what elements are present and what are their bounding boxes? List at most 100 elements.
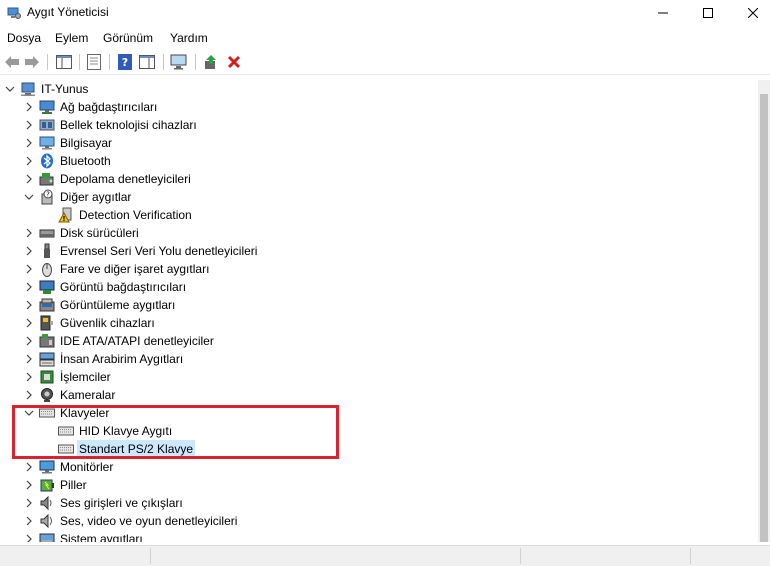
tree-expander[interactable] bbox=[23, 188, 35, 206]
back-button[interactable] bbox=[3, 53, 21, 71]
tree-expander[interactable] bbox=[23, 170, 35, 188]
forward-button[interactable] bbox=[23, 53, 41, 71]
tree-device-node[interactable]: ! Detection Verification bbox=[0, 206, 740, 224]
chevron-right-icon bbox=[26, 264, 32, 274]
tree-item-label: Disk sürücüleri bbox=[60, 226, 139, 240]
tree-category-node[interactable]: Görüntü bağdaştırıcıları bbox=[0, 278, 740, 296]
tree-category-node[interactable]: Güvenlik cihazları bbox=[0, 314, 740, 332]
tree-category-node[interactable]: Kameralar bbox=[0, 386, 740, 404]
tree-expander[interactable] bbox=[23, 152, 35, 170]
tree-category-node[interactable]: Görüntüleme aygıtları bbox=[0, 296, 740, 314]
tree-expander[interactable] bbox=[23, 476, 35, 494]
device-tree[interactable]: IT-Yunus Ağ bağdaştırıcıları Bellek teknol… bbox=[0, 80, 758, 542]
chevron-right-icon bbox=[26, 534, 32, 542]
scan-hardware-button[interactable] bbox=[170, 53, 188, 71]
tree-category-node[interactable]: Bellek teknolojisi cihazları bbox=[0, 116, 740, 134]
back-arrow-icon bbox=[5, 56, 19, 68]
tree-item-label: Depolama denetleyicileri bbox=[60, 172, 191, 186]
menu-bar: Dosya Eylem Görünüm Yardım bbox=[0, 28, 770, 48]
update-driver-button[interactable] bbox=[202, 53, 220, 71]
mouse-icon bbox=[39, 261, 55, 277]
tree-item-label: Güvenlik cihazları bbox=[60, 316, 155, 330]
action-pane-icon bbox=[139, 55, 155, 69]
tree-expander[interactable] bbox=[23, 98, 35, 116]
tree-expander[interactable] bbox=[23, 260, 35, 278]
tree-expander[interactable] bbox=[23, 530, 35, 542]
chevron-right-icon bbox=[26, 354, 32, 364]
tree-expander[interactable] bbox=[23, 494, 35, 512]
storage-controller-icon bbox=[39, 171, 55, 187]
maximize-button[interactable] bbox=[685, 0, 731, 26]
menu-help[interactable]: Yardım bbox=[170, 31, 208, 45]
chevron-right-icon bbox=[26, 138, 32, 148]
close-button[interactable] bbox=[730, 0, 770, 26]
show-hide-console-tree-button[interactable] bbox=[55, 53, 73, 71]
status-divider bbox=[150, 548, 151, 564]
disk-drive-icon bbox=[39, 225, 55, 241]
tree-expander[interactable] bbox=[23, 386, 35, 404]
tree-expander[interactable] bbox=[23, 116, 35, 134]
root-computer-icon bbox=[20, 81, 36, 97]
tree-item-label: Detection Verification bbox=[79, 208, 192, 222]
chevron-right-icon bbox=[26, 480, 32, 490]
tree-expander[interactable] bbox=[23, 134, 35, 152]
maximize-icon bbox=[703, 8, 713, 18]
scrollbar-thumb[interactable] bbox=[760, 94, 768, 542]
toolbar-separator bbox=[195, 54, 196, 70]
vertical-scrollbar[interactable] bbox=[758, 80, 770, 542]
tree-expander[interactable] bbox=[23, 314, 35, 332]
uninstall-device-button[interactable] bbox=[225, 53, 243, 71]
chevron-right-icon bbox=[26, 300, 32, 310]
svg-text:?: ? bbox=[122, 56, 128, 69]
tree-category-node[interactable]: Bluetooth bbox=[0, 152, 740, 170]
tree-category-node[interactable]: Ses, video ve oyun denetleyicileri bbox=[0, 512, 740, 530]
tree-category-node[interactable]: Ses girişleri ve çıkışları bbox=[0, 494, 740, 512]
tree-expander[interactable] bbox=[23, 278, 35, 296]
minimize-button[interactable] bbox=[640, 0, 686, 26]
tree-expander[interactable] bbox=[23, 368, 35, 386]
tree-expander[interactable] bbox=[23, 242, 35, 260]
tree-category-node[interactable]: Evrensel Seri Veri Yolu denetleyicileri bbox=[0, 242, 740, 260]
tree-category-node[interactable]: Sistem aygıtları bbox=[0, 530, 740, 542]
tree-category-node[interactable]: Ağ bağdaştırıcıları bbox=[0, 98, 740, 116]
tree-category-node[interactable]: İnsan Arabirim Aygıtları bbox=[0, 350, 740, 368]
tree-item-label: IT-Yunus bbox=[41, 82, 89, 96]
network-adapter-icon bbox=[39, 99, 55, 115]
menu-file[interactable]: Dosya bbox=[7, 31, 41, 45]
tree-expander[interactable] bbox=[23, 224, 35, 242]
tree-expander[interactable] bbox=[4, 80, 16, 98]
tree-root-node[interactable]: IT-Yunus bbox=[0, 80, 740, 98]
properties-button[interactable] bbox=[85, 53, 103, 71]
tree-item-label: Ağ bağdaştırıcıları bbox=[60, 100, 158, 114]
tree-item-label: Evrensel Seri Veri Yolu denetleyicileri bbox=[60, 244, 258, 258]
tree-expander[interactable] bbox=[23, 296, 35, 314]
tree-category-node[interactable]: Depolama denetleyicileri bbox=[0, 170, 740, 188]
chevron-right-icon bbox=[26, 120, 32, 130]
chevron-right-icon bbox=[26, 102, 32, 112]
tree-expander[interactable] bbox=[23, 458, 35, 476]
tree-category-node[interactable]: Monitörler bbox=[0, 458, 740, 476]
tree-item-label: Bluetooth bbox=[60, 154, 111, 168]
tree-expander[interactable] bbox=[23, 332, 35, 350]
console-tree-icon bbox=[56, 55, 72, 69]
other-devices-icon: ? bbox=[39, 189, 55, 205]
status-bar bbox=[0, 545, 770, 566]
system-device-icon bbox=[39, 531, 55, 542]
tree-category-node[interactable]: Piller bbox=[0, 476, 740, 494]
tree-category-node[interactable]: ? Diğer aygıtlar bbox=[0, 188, 740, 206]
tree-category-node[interactable]: İşlemciler bbox=[0, 368, 740, 386]
monitor-icon bbox=[39, 459, 55, 475]
tree-expander[interactable] bbox=[23, 350, 35, 368]
help-button[interactable]: ? bbox=[116, 53, 134, 71]
tree-category-node[interactable]: Disk sürücüleri bbox=[0, 224, 740, 242]
title-bar: Aygıt Yöneticisi bbox=[0, 0, 770, 26]
chevron-right-icon bbox=[26, 498, 32, 508]
tree-category-node[interactable]: Fare ve diğer işaret aygıtları bbox=[0, 260, 740, 278]
action-view-button[interactable] bbox=[138, 53, 156, 71]
tree-category-node[interactable]: Bilgisayar bbox=[0, 134, 740, 152]
tree-category-node[interactable]: IDE ATA/ATAPI denetleyiciler bbox=[0, 332, 740, 350]
tree-item-label: Görüntü bağdaştırıcıları bbox=[60, 280, 187, 294]
tree-expander[interactable] bbox=[23, 512, 35, 530]
menu-action[interactable]: Eylem bbox=[55, 31, 88, 45]
menu-view[interactable]: Görünüm bbox=[103, 31, 153, 45]
